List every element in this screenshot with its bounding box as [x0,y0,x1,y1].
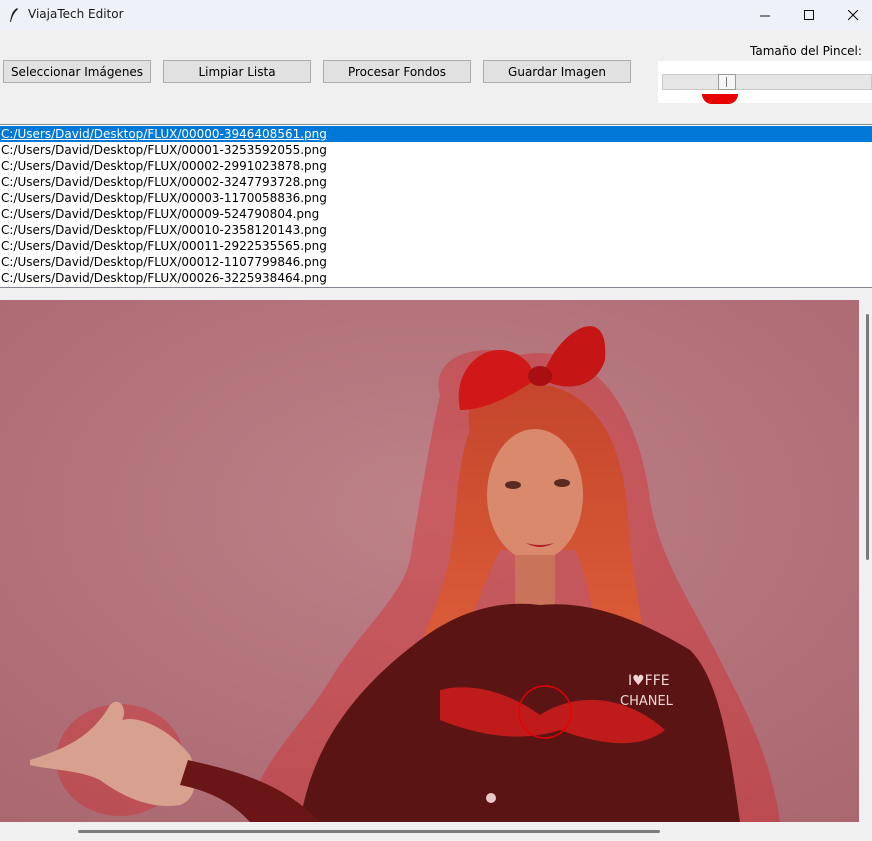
list-item[interactable]: C:/Users/David/Desktop/FLUX/00002-299102… [0,158,872,174]
horizontal-scrollbar[interactable] [0,822,872,841]
slider-trough[interactable] [662,74,872,90]
list-item[interactable]: C:/Users/David/Desktop/FLUX/00026-322593… [0,270,872,286]
save-image-button[interactable]: Guardar Imagen [483,60,631,83]
list-item[interactable]: C:/Users/David/Desktop/FLUX/00002-324779… [0,174,872,190]
slider-thumb[interactable] [717,74,736,90]
horizontal-scrollbar-thumb[interactable] [78,830,660,833]
file-listbox[interactable]: C:/Users/David/Desktop/FLUX/00000-394640… [0,124,872,288]
list-item[interactable]: C:/Users/David/Desktop/FLUX/00011-292253… [0,238,872,254]
minimize-button[interactable] [742,0,788,30]
toolbar: Seleccionar Imágenes Limpiar Lista Proce… [0,30,872,124]
maximize-icon [803,9,814,20]
list-item[interactable]: C:/Users/David/Desktop/FLUX/00009-524790… [0,206,872,222]
close-button[interactable] [830,0,872,30]
list-item[interactable]: C:/Users/David/Desktop/FLUX/00003-117005… [0,190,872,206]
jacket-text-1: I♥FFE [628,673,670,689]
brush-size-label: Tamaño del Pincel: [750,44,862,58]
select-images-button[interactable]: Seleccionar Imágenes [3,60,151,83]
close-icon [847,9,858,20]
title-bar: ViajaTech Editor [0,0,872,30]
maximize-button[interactable] [786,0,832,30]
list-item[interactable]: C:/Users/David/Desktop/FLUX/00000-394640… [0,126,872,142]
face [487,429,583,561]
jacket-text-2: CHANEL [620,694,674,709]
vertical-scrollbar-thumb[interactable] [866,314,869,560]
list-item[interactable]: C:/Users/David/Desktop/FLUX/00010-235812… [0,222,872,238]
image-canvas[interactable]: I♥FFE CHANEL [0,300,859,822]
photo-with-mask: I♥FFE CHANEL [0,300,859,822]
process-backgrounds-button[interactable]: Procesar Fondos [323,60,471,83]
vertical-scrollbar[interactable] [859,300,872,822]
clear-list-button[interactable]: Limpiar Lista [163,60,311,83]
list-item[interactable]: C:/Users/David/Desktop/FLUX/00012-110779… [0,254,872,270]
window-title: ViajaTech Editor [28,7,124,21]
canvas-area: I♥FFE CHANEL [0,288,872,841]
feather-icon [10,8,18,22]
minimize-icon [759,15,770,16]
brush-size-slider[interactable] [658,61,872,103]
brush-preview [702,94,738,104]
list-item[interactable]: C:/Users/David/Desktop/FLUX/00001-325359… [0,142,872,158]
